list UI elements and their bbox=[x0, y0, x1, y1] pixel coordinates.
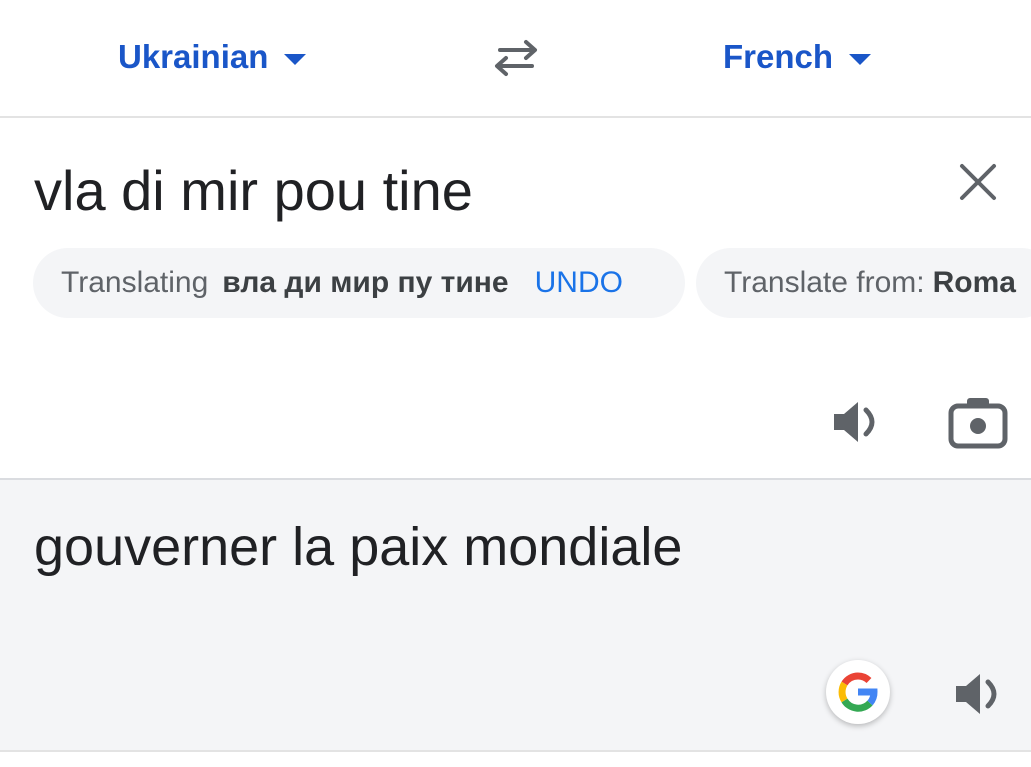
translating-prefix: Translating bbox=[61, 266, 209, 299]
target-language-button[interactable]: French bbox=[723, 34, 872, 80]
transliterated-text: вла ди мир пу тине bbox=[222, 266, 509, 299]
camera-icon[interactable] bbox=[945, 392, 1011, 452]
chevron-down-icon bbox=[849, 53, 872, 65]
translate-from-prefix: Translate from: bbox=[724, 266, 925, 299]
target-language-label: French bbox=[723, 38, 834, 75]
speaker-icon[interactable] bbox=[950, 664, 1010, 724]
translation-output-area: gouverner la paix mondiale bbox=[0, 478, 1031, 750]
google-g-button[interactable] bbox=[826, 660, 890, 724]
source-text-input[interactable]: vla di mir pou tine bbox=[34, 158, 473, 223]
source-language-button[interactable]: Ukrainian bbox=[118, 34, 307, 80]
google-g-icon bbox=[838, 672, 878, 712]
source-language-label: Ukrainian bbox=[118, 38, 269, 75]
input-area: vla di mir pou tine Translating вла ди м… bbox=[0, 118, 1031, 478]
swap-arrows-icon[interactable] bbox=[486, 34, 546, 80]
translating-suggestion-chip: Translating вла ди мир пу тине UNDO bbox=[33, 248, 685, 318]
speaker-icon[interactable] bbox=[828, 392, 888, 452]
translate-from-chip[interactable]: Translate from: Roma bbox=[696, 248, 1031, 318]
translate-from-language: Roma bbox=[932, 266, 1016, 299]
bottom-divider bbox=[0, 750, 1031, 767]
language-bar: Ukrainian French bbox=[0, 0, 1031, 118]
chevron-down-icon bbox=[284, 53, 307, 65]
close-icon[interactable] bbox=[952, 156, 1004, 208]
translate-screen: Ukrainian French vla di mir pou tine Tra… bbox=[0, 0, 1031, 767]
undo-button[interactable]: UNDO bbox=[535, 266, 623, 300]
translated-text: gouverner la paix mondiale bbox=[34, 517, 683, 577]
